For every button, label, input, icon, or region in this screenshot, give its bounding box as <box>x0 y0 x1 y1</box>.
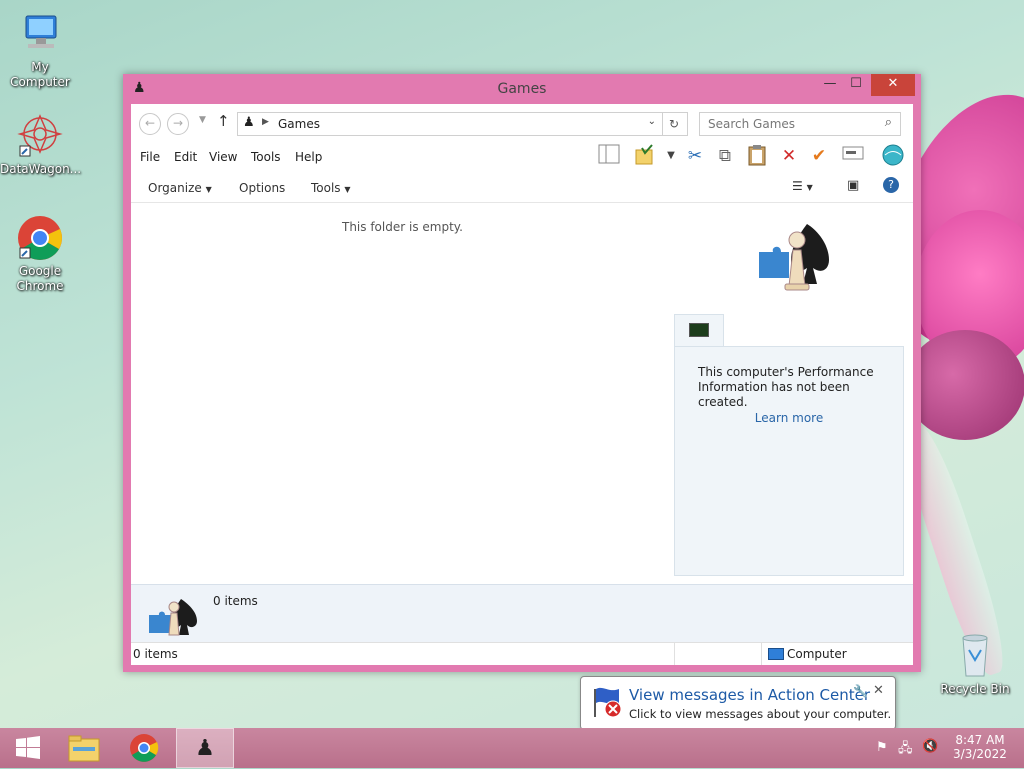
chrome-icon <box>16 214 64 262</box>
taskbar-clock[interactable]: 8:47 AM 3/3/2022 <box>944 733 1016 761</box>
organize-menu[interactable]: Organize ▼ <box>148 181 212 195</box>
wallpaper-petal <box>905 330 1024 440</box>
globe-icon[interactable] <box>881 144 905 168</box>
desktop-icon-datawagon[interactable]: DataWagon... <box>0 112 82 177</box>
notification-subtitle: Click to view messages about your comput… <box>629 707 892 721</box>
empty-folder-message: This folder is empty. <box>342 220 463 234</box>
tools-menu[interactable]: Tools ▼ <box>311 181 351 195</box>
games-details-icon <box>147 595 201 642</box>
forward-button[interactable]: → <box>167 113 189 135</box>
games-folder-icon: ♟ <box>243 115 255 130</box>
cut-icon[interactable]: ✂ <box>683 144 707 168</box>
details-pane: 0 items <box>131 584 913 643</box>
search-placeholder: Search Games <box>708 117 796 131</box>
desktop-icon-label: DataWagon... <box>0 162 82 176</box>
start-button[interactable] <box>0 728 56 768</box>
notification-settings-icon[interactable]: 🔧 <box>853 684 868 698</box>
minimize-button[interactable]: — <box>817 74 843 96</box>
chevron-down-icon: ▼ <box>205 185 212 194</box>
menu-view[interactable]: View <box>209 150 237 164</box>
menu-tools[interactable]: Tools <box>251 150 281 164</box>
properties-check-icon[interactable]: ✔ <box>807 144 831 168</box>
taskbar-games[interactable]: ♟ <box>176 728 234 768</box>
notification-title: View messages in Action Center <box>629 686 871 704</box>
network-tray-icon[interactable]: 🖧 <box>898 739 913 761</box>
tools-label: Tools <box>311 181 341 195</box>
action-center-flag-icon <box>591 685 623 722</box>
details-item-count: 0 items <box>213 594 258 608</box>
preview-pane-icon[interactable]: ▣ <box>847 178 859 193</box>
performance-message: This computer's Performance Information … <box>698 365 874 409</box>
clock-date: 3/3/2022 <box>953 747 1007 761</box>
chevron-down-icon: ▼ <box>344 185 351 194</box>
status-divider <box>674 643 675 665</box>
windows-logo-icon <box>16 736 40 759</box>
options-button[interactable]: Options <box>239 181 285 195</box>
status-divider <box>761 643 762 665</box>
title-bar[interactable]: ♟ Games — ☐ ✕ <box>123 74 921 104</box>
status-item-count: 0 items <box>133 647 178 661</box>
refresh-button[interactable]: ↻ <box>661 112 688 136</box>
dropdown-arrow-icon[interactable]: ▼ <box>659 144 683 168</box>
window-title: Games <box>497 81 547 97</box>
desktop-icon-recycle-bin[interactable]: Recycle Bin <box>935 632 1015 697</box>
maximize-button[interactable]: ☐ <box>843 74 869 96</box>
search-icon: ⌕ <box>884 115 892 130</box>
games-icon: ♟ <box>195 736 215 761</box>
rename-icon[interactable] <box>841 144 865 168</box>
recycle-bin-icon <box>951 632 999 680</box>
organize-label: Organize <box>148 181 202 195</box>
menu-help[interactable]: Help <box>295 150 322 164</box>
taskbar: ♟ ⚑ 🖧 🔇 8:47 AM 3/3/2022 <box>0 728 1024 768</box>
close-button[interactable]: ✕ <box>871 74 915 96</box>
monitor-icon <box>689 323 709 337</box>
notification-close-icon[interactable]: ✕ <box>873 683 884 698</box>
folder-check-icon[interactable] <box>633 144 657 168</box>
delete-icon[interactable]: ✕ <box>777 144 801 168</box>
copy-icon[interactable]: ⧉ <box>713 144 737 168</box>
recent-locations-icon[interactable]: ▼ <box>199 115 206 125</box>
taskbar-file-explorer[interactable] <box>56 728 112 768</box>
command-bar: Organize ▼ Options Tools ▼ ☰ ▼ ▣ ? <box>131 172 913 203</box>
computer-icon <box>768 648 784 660</box>
breadcrumb-chevron-icon: ▶ <box>262 117 269 127</box>
address-bar[interactable]: ♟ ▶ Games ⌄ <box>237 112 663 136</box>
taskbar-chrome[interactable] <box>116 728 172 768</box>
performance-panel: This computer's Performance Information … <box>674 346 904 576</box>
menu-file[interactable]: File <box>140 150 160 164</box>
address-dropdown-icon[interactable]: ⌄ <box>648 116 656 127</box>
up-button[interactable]: ↑ <box>217 112 230 130</box>
status-location: Computer <box>787 647 847 661</box>
help-icon[interactable]: ? <box>883 177 899 193</box>
window-body: ← → ▼ ↑ ♟ ▶ Games ⌄ ↻ Search Games ⌕ Fil… <box>131 104 913 665</box>
paste-icon[interactable] <box>745 144 769 168</box>
action-center-notification[interactable]: View messages in Action Center Click to … <box>580 676 896 730</box>
search-input[interactable]: Search Games ⌕ <box>699 112 901 136</box>
status-bar: 0 items Computer <box>131 642 913 665</box>
desktop-icon-my-computer[interactable]: My Computer <box>0 10 80 90</box>
folder-icon <box>68 735 100 762</box>
chrome-icon <box>130 734 159 762</box>
view-options-icon[interactable]: ☰ ▼ <box>792 179 813 193</box>
clock-time: 8:47 AM <box>955 733 1005 747</box>
datawagon-icon <box>16 112 64 160</box>
address-path: Games <box>278 117 320 131</box>
volume-muted-tray-icon[interactable]: 🔇 <box>922 739 938 754</box>
action-center-tray-icon[interactable]: ⚑ <box>876 740 888 755</box>
desktop-icon-label: My Computer <box>10 60 70 89</box>
computer-icon <box>16 10 64 58</box>
desktop-icon-google-chrome[interactable]: Google Chrome <box>0 214 80 294</box>
back-button[interactable]: ← <box>139 113 161 135</box>
explorer-window: ♟ Games — ☐ ✕ ← → ▼ ↑ ♟ ▶ Games ⌄ ↻ Sear… <box>123 74 921 672</box>
layout-pane-icon[interactable] <box>597 144 621 168</box>
desktop-icon-label: Google Chrome <box>16 264 64 293</box>
learn-more-link[interactable]: Learn more <box>675 411 903 425</box>
desktop-icon-label: Recycle Bin <box>940 682 1010 696</box>
games-explorer-logo <box>751 216 841 296</box>
menu-edit[interactable]: Edit <box>174 150 197 164</box>
performance-tab[interactable] <box>674 314 724 347</box>
